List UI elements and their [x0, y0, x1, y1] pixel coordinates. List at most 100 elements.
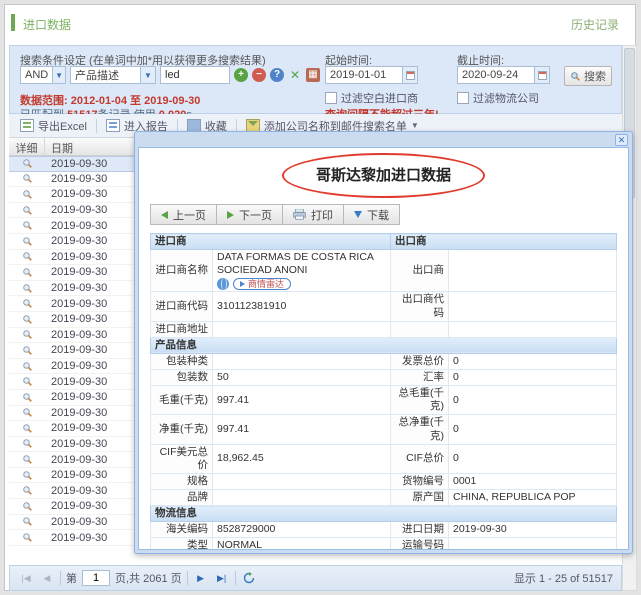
pagination-separator: [235, 571, 236, 585]
detail-magnifier-icon[interactable]: [22, 485, 33, 496]
clear-conditions-icon[interactable]: ✕: [288, 68, 302, 82]
row-detail-cell: [9, 485, 45, 496]
save-search-icon[interactable]: ▦: [306, 68, 320, 82]
chevron-down-icon[interactable]: ▼: [52, 67, 65, 83]
field-select[interactable]: 产品描述 ▼: [70, 66, 156, 84]
field-label-left: 包装数: [151, 370, 213, 386]
detail-magnifier-icon[interactable]: [22, 516, 33, 527]
detail-magnifier-icon[interactable]: [22, 283, 33, 294]
business-radar-badge[interactable]: 商情雷达: [233, 278, 291, 290]
detail-magnifier-icon[interactable]: [22, 158, 33, 169]
export-excel-button[interactable]: 导出Excel: [17, 116, 90, 136]
page-number-input[interactable]: [82, 570, 110, 586]
row-detail-cell: [9, 532, 45, 543]
detail-magnifier-icon[interactable]: [22, 501, 33, 512]
row-detail-cell: [9, 501, 45, 512]
row-date-cell: 2019-09-30: [45, 438, 137, 450]
next-page-icon[interactable]: ▶: [193, 570, 209, 586]
row-date-cell: 2019-09-30: [45, 469, 137, 481]
calendar-icon[interactable]: [402, 67, 417, 83]
operator-select[interactable]: AND ▼: [20, 66, 66, 84]
last-page-icon[interactable]: ▶|: [214, 570, 230, 586]
calendar-icon[interactable]: [534, 67, 549, 83]
detail-magnifier-icon[interactable]: [22, 345, 33, 356]
importer-section-header: 进口商: [151, 234, 391, 250]
start-date-field[interactable]: 2019-01-01: [325, 66, 418, 84]
row-date-cell: 2019-09-30: [45, 188, 137, 200]
field-label-right: 运输号码: [391, 538, 449, 550]
detail-magnifier-icon[interactable]: [22, 205, 33, 216]
detail-magnifier-icon[interactable]: [22, 329, 33, 340]
help-icon[interactable]: ?: [270, 68, 284, 82]
detail-magnifier-icon[interactable]: [22, 298, 33, 309]
field-label-left: 品牌: [151, 490, 213, 506]
row-detail-cell: [9, 267, 45, 278]
download-icon: [354, 211, 362, 218]
page-total-label: 页,共 2061 页: [115, 570, 182, 586]
remove-condition-icon[interactable]: −: [252, 68, 266, 82]
row-date-cell: 2019-09-30: [45, 344, 137, 356]
detail-magnifier-icon[interactable]: [22, 314, 33, 325]
detail-magnifier-icon[interactable]: [22, 189, 33, 200]
importer-name-value[interactable]: DATA FORMAS DE COSTA RICA SOCIEDAD ANONI: [217, 251, 386, 277]
first-page-icon[interactable]: |◀: [18, 570, 34, 586]
exporter-section-header: 出口商: [391, 234, 617, 250]
filter-logistics-checkbox[interactable]: [457, 92, 469, 104]
row-date-cell: 2019-09-30: [45, 220, 137, 232]
row-detail-cell: [9, 283, 45, 294]
detail-magnifier-icon[interactable]: [22, 251, 33, 262]
row-detail-cell: [9, 454, 45, 465]
field-value-right: 2019-09-30: [449, 522, 617, 538]
detail-magnifier-icon[interactable]: [22, 423, 33, 434]
filter-blank-importer-label: 过滤空白进口商: [341, 90, 418, 106]
column-header-date[interactable]: 日期: [45, 138, 137, 155]
row-date-cell: 2019-09-30: [45, 235, 137, 247]
detail-magnifier-icon[interactable]: [22, 173, 33, 184]
prev-page-icon[interactable]: ◀: [39, 570, 55, 586]
toolbar-separator: [96, 119, 97, 133]
detail-magnifier-icon[interactable]: [22, 361, 33, 372]
column-header-detail[interactable]: 详细: [9, 138, 45, 155]
row-detail-cell: [9, 158, 45, 169]
detail-magnifier-icon[interactable]: [22, 438, 33, 449]
importer-address-value: [213, 321, 391, 337]
field-label-right: 进口日期: [391, 522, 449, 538]
close-icon[interactable]: ✕: [615, 134, 628, 146]
search-button[interactable]: 搜索: [564, 66, 612, 86]
end-date-field[interactable]: 2020-09-24: [457, 66, 550, 84]
prev-record-button[interactable]: 上一页: [150, 204, 217, 225]
print-button[interactable]: 打印: [282, 204, 344, 225]
field-value-right: 0: [449, 386, 617, 415]
detail-magnifier-icon[interactable]: [22, 532, 33, 543]
row-detail-cell: [9, 314, 45, 325]
keyword-input[interactable]: [160, 66, 230, 84]
download-button[interactable]: 下载: [343, 204, 400, 225]
refresh-icon[interactable]: [241, 570, 257, 586]
globe-icon[interactable]: [217, 278, 229, 290]
detail-magnifier-icon[interactable]: [22, 470, 33, 481]
history-link[interactable]: 历史记录: [571, 16, 619, 33]
field-label-left: 净重(千克): [151, 415, 213, 444]
logistics-section-header: 物流信息: [151, 506, 617, 522]
detail-magnifier-icon[interactable]: [22, 236, 33, 247]
row-date-cell: 2019-09-30: [45, 313, 137, 325]
field-label-left: CIF美元总价: [151, 444, 213, 473]
chevron-down-icon[interactable]: ▼: [140, 67, 155, 83]
next-record-button[interactable]: 下一页: [216, 204, 283, 225]
detail-magnifier-icon[interactable]: [22, 376, 33, 387]
report-icon: [106, 119, 120, 132]
exporter-name-label: 出口商: [391, 250, 449, 292]
detail-magnifier-icon[interactable]: [22, 392, 33, 403]
detail-magnifier-icon[interactable]: [22, 454, 33, 465]
radar-badge-label: 商情雷达: [248, 279, 284, 290]
arrow-right-icon: [227, 211, 234, 219]
row-date-cell: 2019-09-30: [45, 173, 137, 185]
field-value-right: 0: [449, 370, 617, 386]
detail-magnifier-icon[interactable]: [22, 220, 33, 231]
detail-magnifier-icon[interactable]: [22, 407, 33, 418]
detail-magnifier-icon[interactable]: [22, 267, 33, 278]
filter-blank-importer-checkbox[interactable]: [325, 92, 337, 104]
add-condition-icon[interactable]: +: [234, 68, 248, 82]
field-label-left: 规格: [151, 473, 213, 489]
row-date-cell: 2019-09-30: [45, 391, 137, 403]
